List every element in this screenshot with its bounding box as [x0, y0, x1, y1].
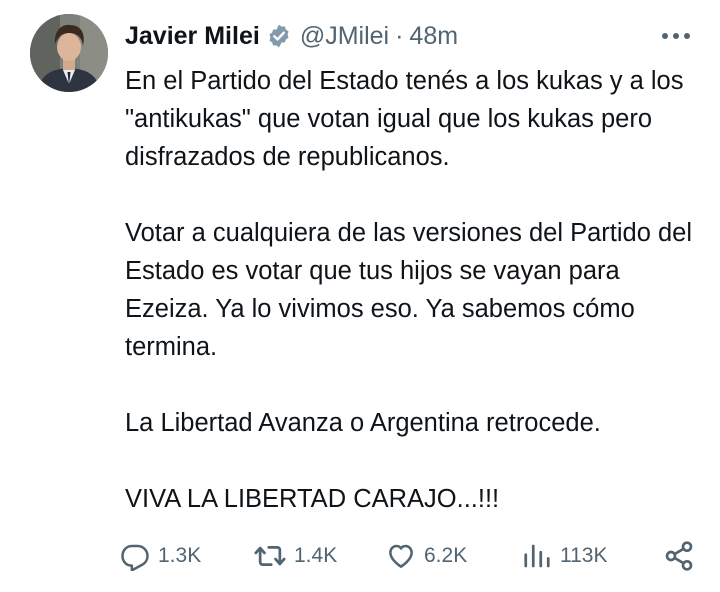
tweet-paragraph: Votar a cualquiera de las versiones del … — [125, 219, 693, 361]
separator-dot: · — [395, 21, 404, 50]
tweet-paragraph: VIVA LA LIBERTAD CARAJO...!!! — [125, 485, 500, 513]
share-button[interactable] — [663, 536, 695, 576]
tweet-paragraph: En el Partido del Estado tenés a los kuk… — [125, 67, 684, 171]
timestamp[interactable]: 48m — [409, 22, 458, 51]
tweet-text: En el Partido del Estado tenés a los kuk… — [125, 62, 695, 518]
repost-button[interactable]: 1.4K — [254, 536, 337, 576]
views-count: 113K — [560, 544, 608, 567]
action-bar: 1.3K 1.4K 6.2K 113K — [120, 536, 695, 576]
more-button[interactable] — [660, 22, 692, 50]
like-icon — [389, 544, 413, 568]
reply-count: 1.3K — [158, 544, 202, 567]
tweet[interactable]: Javier Milei @JMilei · 48m En el Partido… — [0, 0, 720, 592]
verified-badge-icon — [266, 23, 292, 49]
avatar-image — [30, 14, 108, 92]
author-name[interactable]: Javier Milei — [125, 22, 260, 51]
author-handle[interactable]: @JMilei — [300, 22, 389, 51]
repost-icon — [254, 546, 286, 566]
avatar[interactable] — [30, 14, 108, 92]
share-icon — [665, 541, 693, 571]
more-icon — [662, 33, 690, 39]
tweet-paragraph: La Libertad Avanza o Argentina retrocede… — [125, 409, 601, 437]
views-icon — [524, 544, 550, 568]
repost-count: 1.4K — [294, 544, 338, 567]
reply-button[interactable]: 1.3K — [120, 536, 201, 576]
tweet-header: Javier Milei @JMilei · 48m — [125, 18, 458, 54]
like-count: 6.2K — [424, 544, 468, 567]
views-button[interactable]: 113K — [522, 536, 608, 576]
like-button[interactable]: 6.2K — [386, 536, 467, 576]
reply-icon — [121, 544, 149, 571]
